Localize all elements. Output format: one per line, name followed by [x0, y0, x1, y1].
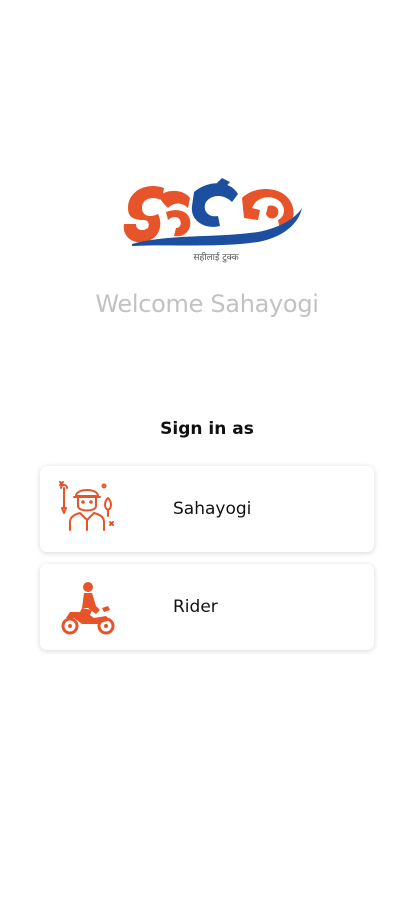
app-logo: सहीलाई टुक्क — [123, 178, 302, 263]
mechanic-icon — [59, 481, 114, 531]
sign-in-heading: Sign in as — [160, 419, 254, 439]
rider-option-label: Rider — [173, 597, 218, 617]
rider-option-card[interactable]: Rider — [40, 564, 374, 650]
logo-tagline: सहीलाई टुक्क — [193, 251, 239, 263]
motorbike-rider-icon — [61, 582, 115, 635]
sahayogi-option-label: Sahayogi — [173, 499, 252, 519]
welcome-title: Welcome Sahayogi — [95, 290, 319, 318]
sahayogi-option-card[interactable]: Sahayogi — [40, 466, 374, 552]
